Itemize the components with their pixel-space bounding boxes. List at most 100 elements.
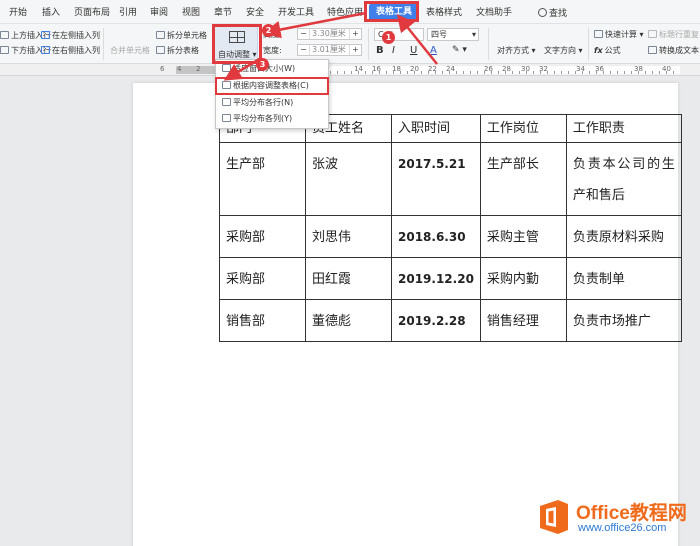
step-badge-1: 1: [382, 31, 395, 44]
text-direction-button[interactable]: 文字方向 ▾: [544, 44, 583, 57]
insert-col-right-button[interactable]: 在右侧插入列: [41, 44, 100, 57]
ribbon-separator: [103, 28, 104, 60]
ruler-number: 24: [446, 65, 455, 73]
tab-insert[interactable]: 插入: [42, 6, 60, 20]
ruler-number: 36: [595, 65, 604, 73]
ruler-number: 18: [392, 65, 401, 73]
horizontal-ruler[interactable]: 6 4 2 2 4 6 8 10 12 14 16 18 20 22 24 26…: [0, 64, 700, 76]
repeat-header-button[interactable]: 标题行重复: [648, 28, 699, 41]
quick-calc-button[interactable]: 快速计算 ▾: [594, 28, 644, 41]
table-cell[interactable]: 田红霞: [305, 257, 392, 300]
convert-text-button[interactable]: 转换成文本: [648, 44, 699, 57]
formula-button[interactable]: fx 公式: [594, 44, 621, 57]
menu-item-distribute-cols[interactable]: 平均分布各列(Y): [220, 112, 292, 126]
tab-security[interactable]: 安全: [246, 6, 264, 20]
employee-table[interactable]: 部门 员工姓名 入职时间 工作岗位 工作职责 生产部 张波 2017.5.21 …: [219, 114, 682, 342]
table-row: 采购部 刘思伟 2018.6.30 采购主管 负责原材料采购: [219, 215, 682, 258]
ruler-number: 40: [662, 65, 671, 73]
underline-button[interactable]: U: [410, 44, 417, 57]
menu-item-distribute-rows[interactable]: 平均分布各行(N): [220, 96, 293, 110]
table-cell[interactable]: 采购部: [219, 257, 306, 300]
tab-review[interactable]: 审阅: [150, 6, 168, 20]
split-cells-button[interactable]: 拆分单元格: [156, 29, 207, 42]
align-button[interactable]: 对齐方式 ▾: [497, 44, 536, 57]
table-cell[interactable]: 张波: [305, 142, 392, 216]
insert-row-icon: [0, 31, 9, 39]
menu-item-fit-content[interactable]: 根据内容调整表格(C): [215, 77, 329, 95]
tab-table-style[interactable]: 表格样式: [426, 6, 462, 20]
ruler-number: 6: [160, 65, 165, 73]
merge-cells-button[interactable]: 合并单元格: [110, 44, 150, 57]
height-input[interactable]: 3.30厘米: [309, 29, 350, 39]
search-icon: [538, 8, 547, 17]
office-logo-icon: [540, 500, 568, 534]
table-cell[interactable]: 负责市场推广: [565, 299, 682, 342]
tab-references[interactable]: 引用: [119, 6, 137, 20]
table-cell[interactable]: 采购内勤: [479, 257, 567, 300]
table-row: 采购部 田红霞 2019.12.20 采购内勤 负责制单: [219, 257, 682, 300]
height-stepper[interactable]: −3.30厘米 +: [297, 28, 362, 40]
bold-button[interactable]: B: [376, 44, 384, 57]
table-cell[interactable]: 2018.6.30: [391, 215, 481, 258]
search-button[interactable]: 查找: [538, 6, 567, 19]
table-cell[interactable]: 2017.5.21: [391, 142, 481, 216]
ruler-number: 34: [576, 65, 585, 73]
tab-home[interactable]: 开始: [9, 6, 27, 20]
ruler-number: 30: [521, 65, 530, 73]
table-cell[interactable]: 生产部: [219, 142, 306, 216]
table-cell[interactable]: 负责制单: [565, 257, 682, 300]
tab-chapter[interactable]: 章节: [214, 6, 232, 20]
table-row: 生产部 张波 2017.5.21 生产部长 负责本公司的生产和售后: [219, 142, 682, 216]
insert-col-icon: [41, 46, 50, 54]
split-table-button[interactable]: 拆分表格: [156, 44, 199, 57]
tab-page-layout[interactable]: 页面布局: [74, 6, 110, 20]
table-cell[interactable]: 采购部: [219, 215, 306, 258]
width-stepper[interactable]: −3.01厘米 +: [297, 44, 362, 56]
table-header-cell[interactable]: 工作岗位: [479, 114, 567, 143]
font-size-select[interactable]: 四号 ▾: [427, 28, 479, 41]
width-input[interactable]: 3.01厘米: [309, 45, 350, 55]
ruler-number: 28: [502, 65, 511, 73]
ruler-number: 16: [372, 65, 381, 73]
watermark-title: Office教程网: [576, 503, 687, 524]
font-color-button[interactable]: A: [430, 44, 437, 57]
italic-button[interactable]: I: [392, 44, 395, 57]
convert-text-icon: [648, 46, 657, 54]
ruler-number: 22: [428, 65, 437, 73]
table-cell[interactable]: 负责本公司的生产和售后: [565, 142, 682, 216]
tab-view[interactable]: 视图: [182, 6, 200, 20]
insert-col-left-button[interactable]: 在左侧插入列: [41, 29, 100, 42]
formula-icon: fx: [594, 46, 603, 55]
decrease-icon[interactable]: −: [298, 29, 309, 39]
table-cell[interactable]: 销售部: [219, 299, 306, 342]
ruler-number: 20: [410, 65, 419, 73]
table-cell[interactable]: 董德彪: [305, 299, 392, 342]
distribute-cols-icon: [222, 114, 231, 122]
autofit-dropdown-menu: 适应窗口大小(W) 根据内容调整表格(C) 平均分布各行(N) 平均分布各列(Y…: [215, 59, 329, 129]
annotation-box-autofit: [212, 24, 262, 64]
table-header-cell[interactable]: 入职时间: [391, 114, 481, 143]
table-cell[interactable]: 负责原材料采购: [565, 215, 682, 258]
distribute-rows-icon: [222, 98, 231, 106]
table-cell[interactable]: 2019.12.20: [391, 257, 481, 300]
width-label: 宽度:: [263, 46, 282, 55]
increase-icon[interactable]: +: [350, 45, 361, 55]
table-cell[interactable]: 生产部长: [479, 142, 567, 216]
tab-doc-assistant[interactable]: 文档助手: [476, 6, 512, 20]
table-cell[interactable]: 采购主管: [479, 215, 567, 258]
table-cell[interactable]: 刘思伟: [305, 215, 392, 258]
table-header-cell[interactable]: 工作职责: [565, 114, 682, 143]
ruler-number: 26: [484, 65, 493, 73]
highlighter-icon: ✎: [452, 45, 460, 55]
ribbon-separator: [588, 28, 589, 60]
table-cell[interactable]: 销售经理: [479, 299, 567, 342]
ribbon-separator: [488, 28, 489, 60]
decrease-icon[interactable]: −: [298, 45, 309, 55]
tab-developer[interactable]: 开发工具: [278, 6, 314, 20]
chevron-down-icon: ▾: [471, 30, 476, 39]
split-table-icon: [156, 46, 165, 54]
tab-special[interactable]: 特色应用: [327, 6, 363, 20]
increase-icon[interactable]: +: [350, 29, 361, 39]
highlight-button[interactable]: ✎ ▾: [452, 44, 467, 57]
table-cell[interactable]: 2019.2.28: [391, 299, 481, 342]
